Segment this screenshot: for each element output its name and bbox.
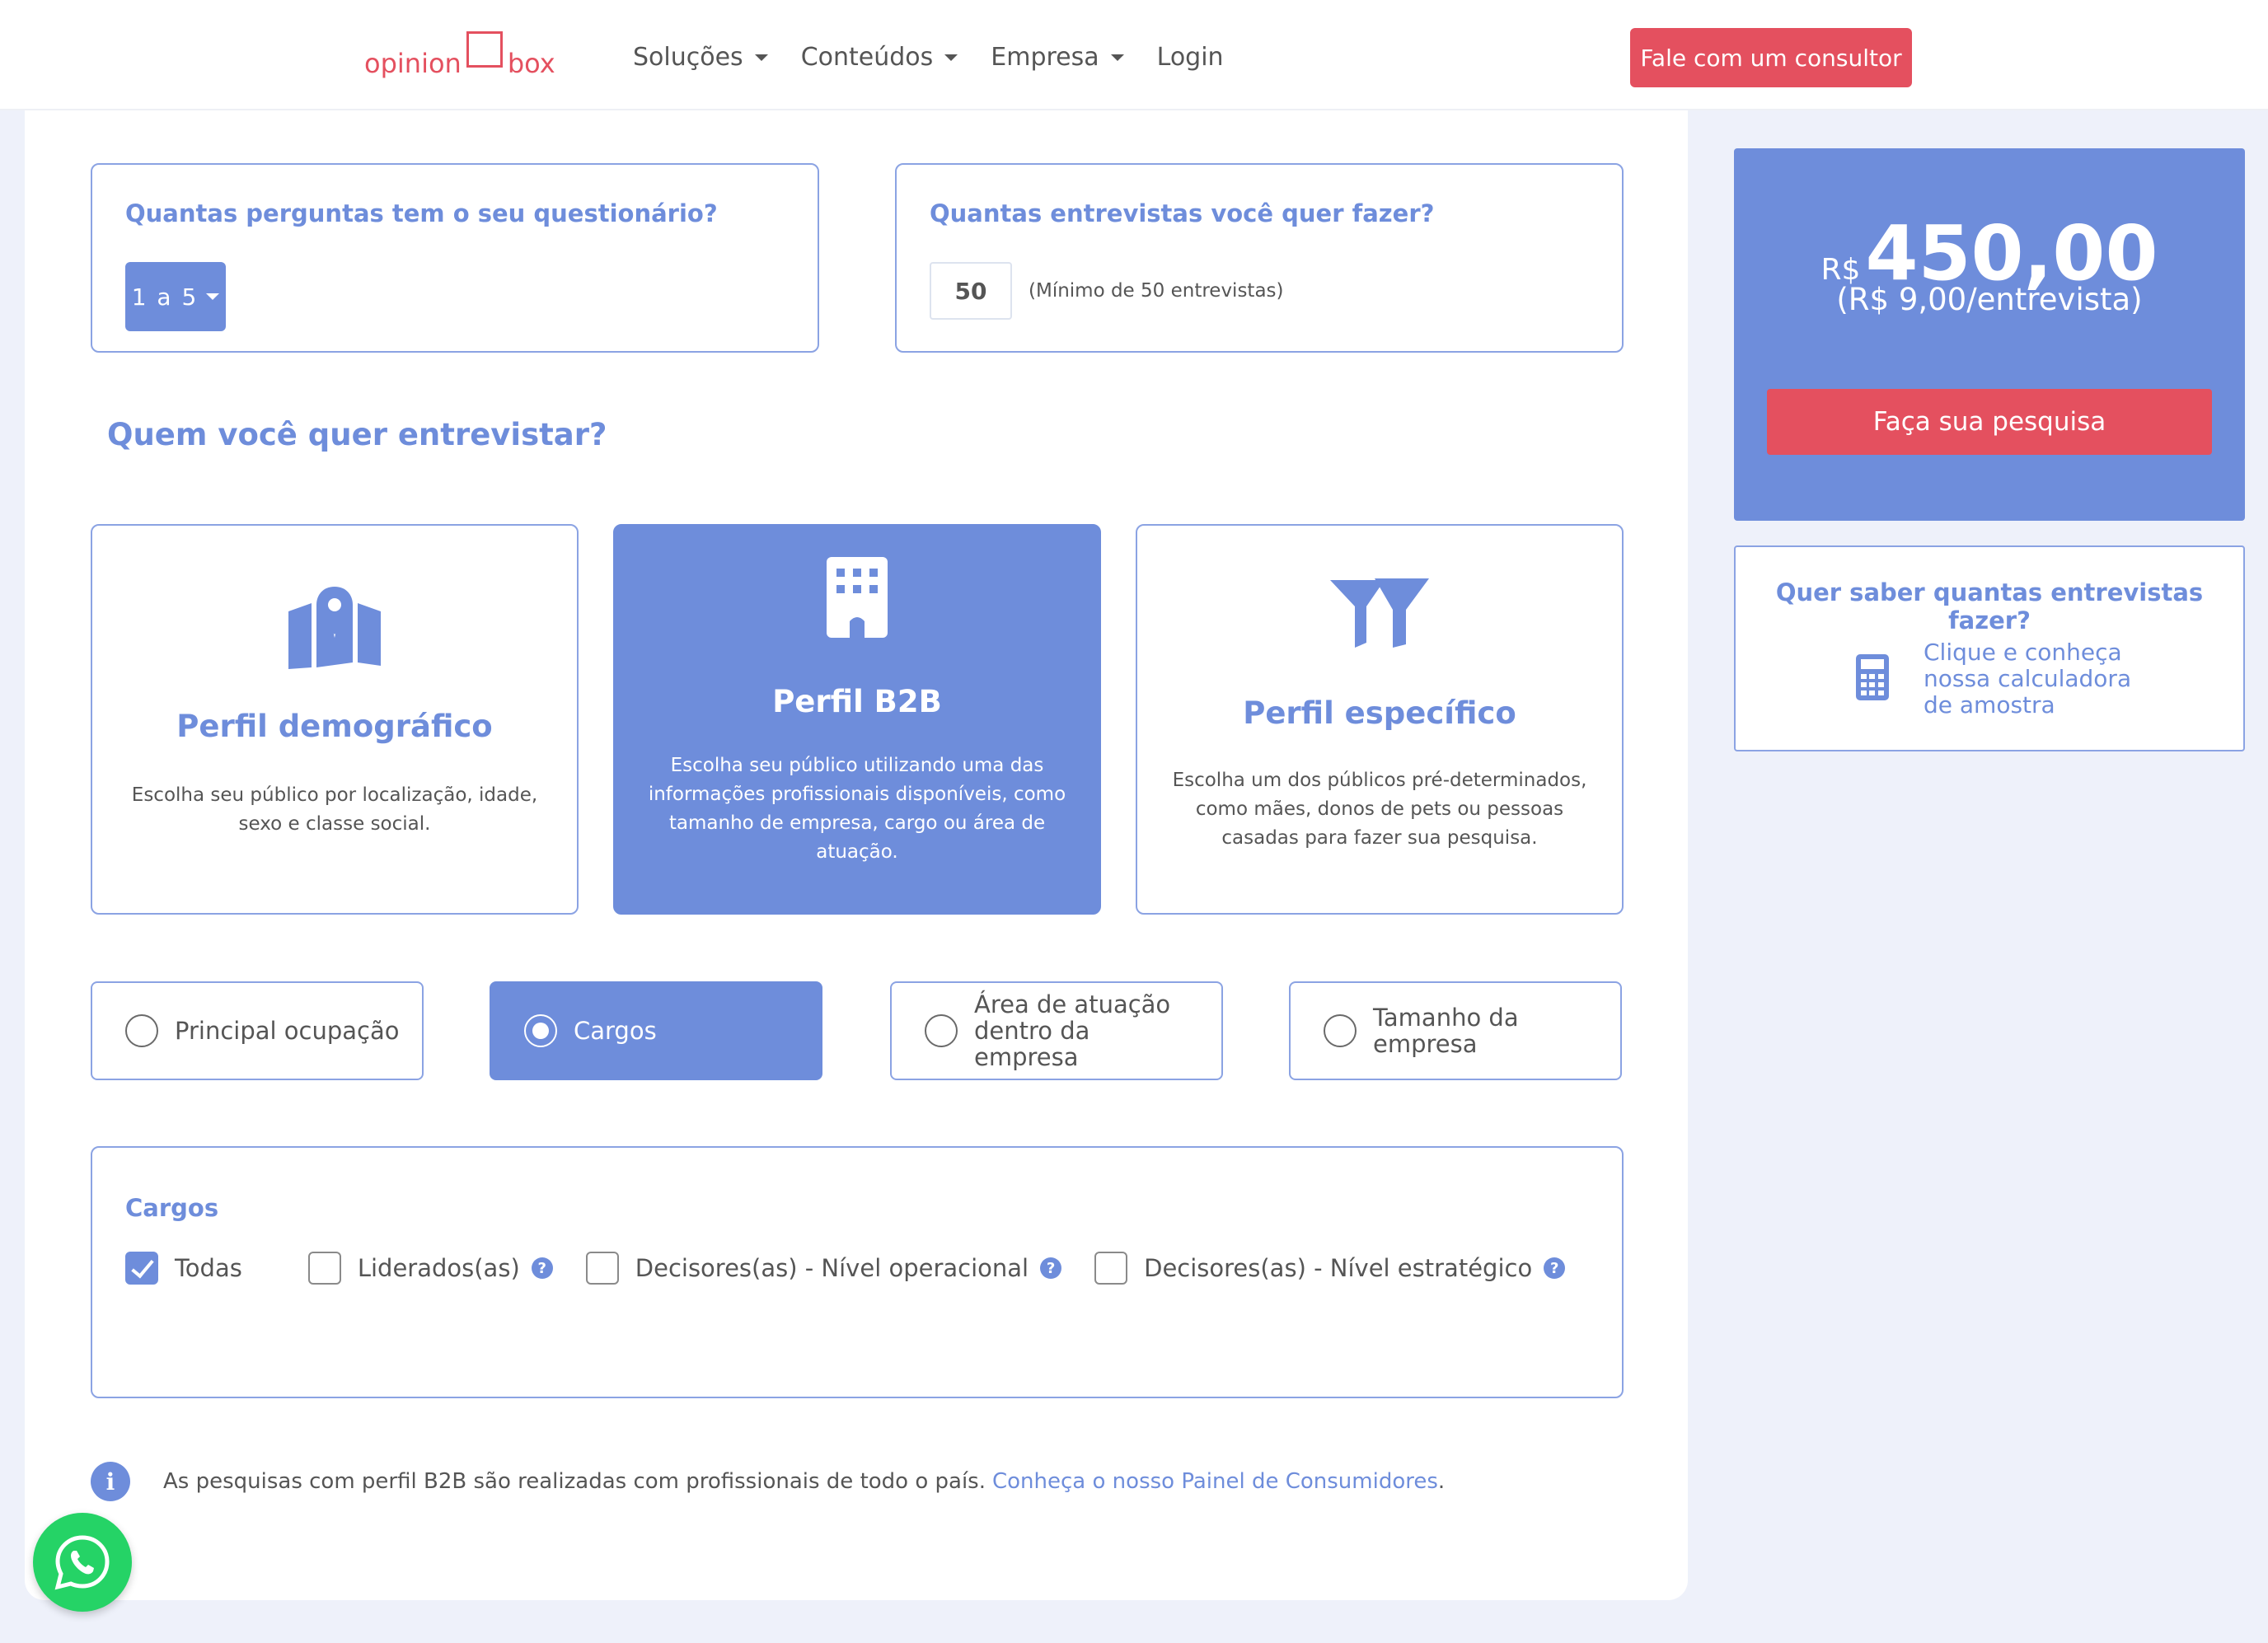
questions-count-title: Quantas perguntas tem o seu questionário… (125, 199, 718, 227)
filter-icon (1330, 578, 1429, 648)
radio-button[interactable] (925, 1014, 958, 1047)
chevron-down-icon (754, 54, 768, 61)
interviews-count-title: Quantas entrevistas você quer fazer? (930, 199, 1435, 227)
calculator-link[interactable]: Clique e conheça nossa calculadora de am… (1924, 639, 2171, 719)
option-principal-ocupacao[interactable]: Principal ocupação (91, 981, 424, 1080)
radio-button[interactable] (524, 1014, 557, 1047)
profile-title: Perfil demográfico (176, 709, 493, 744)
profile-description: Escolha seu público por localização, ida… (131, 784, 538, 835)
nav-label: Empresa (991, 43, 1099, 72)
calculator-title: Quer saber quantas entrevistas fazer? (1775, 578, 2204, 634)
nav-item-login[interactable]: Login (1157, 43, 1224, 72)
nav-label: Soluções (633, 43, 743, 72)
nav-label: Login (1156, 43, 1224, 72)
profile-card-especifico[interactable]: Perfil específico Escolha um dos público… (1136, 524, 1624, 915)
cargos-panel: Cargos Todas Liderados(as) ? Decisores(a… (91, 1146, 1624, 1398)
checkbox-liderados[interactable]: Liderados(as) ? (307, 1252, 553, 1285)
checkbox-label: Decisores(as) - Nível estratégico (1144, 1254, 1533, 1282)
checkbox[interactable] (1094, 1252, 1128, 1285)
main-panel: Quantas perguntas tem o seu questionário… (25, 110, 1688, 1600)
consumer-panel-link[interactable]: Conheça o nosso Painel de Consumidores (992, 1469, 1438, 1494)
cargos-title: Cargos (125, 1194, 219, 1222)
calculator-icon (1856, 654, 1889, 700)
calculator-link-line: Clique e conheça (1924, 639, 2122, 666)
checkbox-label: Liderados(as) (357, 1254, 520, 1282)
radio-button[interactable] (1324, 1014, 1357, 1047)
nav-item-empresa[interactable]: Empresa (991, 43, 1124, 72)
interviews-min-note: (Mínimo de 50 entrevistas) (1029, 280, 1284, 302)
option-label: Cargos (574, 1017, 657, 1045)
checkbox-decisores-estrategico[interactable]: Decisores(as) - Nível estratégico ? (1094, 1252, 1566, 1285)
interviews-count-card: Quantas entrevistas você quer fazer? 50 … (895, 163, 1624, 353)
building-icon (827, 557, 888, 638)
cargos-checkbox-group: Todas Liderados(as) ? Decisores(as) - Ní… (125, 1252, 1598, 1285)
checkbox-label: Todas (175, 1254, 242, 1282)
questions-count-card: Quantas perguntas tem o seu questionário… (91, 163, 819, 353)
whatsapp-icon (54, 1535, 110, 1590)
info-icon: i (91, 1462, 130, 1501)
main-nav: Soluções Conteúdos Empresa Login (633, 43, 1224, 72)
section-title: Quem você quer entrevistar? (107, 417, 607, 452)
checkbox-decisores-operacional[interactable]: Decisores(as) - Nível operacional ? (585, 1252, 1062, 1285)
checkbox[interactable] (307, 1252, 341, 1285)
option-tamanho-empresa[interactable]: Tamanho da empresa (1289, 981, 1622, 1080)
chevron-down-icon (206, 293, 220, 300)
profile-card-b2b[interactable]: Perfil B2B Escolha seu público utilizand… (613, 524, 1101, 915)
start-survey-button[interactable]: Faça sua pesquisa (1767, 389, 2212, 455)
whatsapp-button[interactable] (33, 1513, 132, 1612)
questions-count-value: 1 a 5 (131, 283, 199, 311)
price-card: R$450,00 (R$ 9,00/entrevista) Faça sua p… (1734, 148, 2245, 521)
option-label: Área de atuação dentro da empresa (974, 990, 1171, 1071)
calculator-link-line: nossa calculadora (1924, 665, 2132, 692)
checkbox-todas[interactable]: Todas (125, 1252, 242, 1285)
info-notice: i As pesquisas com perfil B2B são realiz… (91, 1462, 1445, 1501)
option-label: Tamanho da empresa (1373, 1004, 1519, 1058)
info-suffix: . (1437, 1469, 1446, 1494)
nav-item-solucoes[interactable]: Soluções (633, 43, 768, 72)
questions-count-select[interactable]: 1 a 5 (125, 262, 226, 331)
nav-item-conteudos[interactable]: Conteúdos (801, 43, 958, 72)
site-header: opinion box Soluções Conteúdos Empresa L… (0, 0, 2268, 110)
map-icon (288, 587, 381, 669)
checkbox[interactable] (125, 1252, 158, 1285)
logo-text-left: opinion (364, 48, 462, 79)
talk-to-consultant-button[interactable]: Fale com um consultor (1630, 28, 1912, 87)
interviews-count-input[interactable]: 50 (930, 262, 1012, 320)
info-text: As pesquisas com perfil B2B são realizad… (163, 1469, 986, 1494)
option-cargos[interactable]: Cargos (490, 981, 822, 1080)
calculator-link-line: de amostra (1924, 691, 2055, 719)
profile-title: Perfil B2B (772, 684, 942, 719)
checkbox-label: Decisores(as) - Nível operacional (635, 1254, 1029, 1282)
logo-text-right: box (507, 48, 555, 79)
option-label: Principal ocupação (175, 1017, 400, 1045)
checkbox[interactable] (585, 1252, 619, 1285)
help-icon[interactable]: ? (1040, 1257, 1062, 1279)
profile-card-demografico[interactable]: Perfil demográfico Escolha seu público p… (91, 524, 579, 915)
radio-button[interactable] (125, 1014, 158, 1047)
help-icon[interactable]: ? (1544, 1257, 1566, 1279)
sample-calculator-card[interactable]: Quer saber quantas entrevistas fazer? Cl… (1734, 545, 2245, 751)
profile-title: Perfil específico (1243, 695, 1516, 731)
profile-description: Escolha seu público utilizando uma das i… (648, 755, 1066, 863)
chevron-down-icon (1110, 54, 1124, 61)
opinionbox-logo[interactable]: opinion box (364, 31, 555, 79)
price-per-interview: (R$ 9,00/entrevista) (1836, 282, 2143, 317)
option-area-atuacao[interactable]: Área de atuação dentro da empresa (890, 981, 1223, 1080)
help-icon[interactable]: ? (531, 1257, 553, 1279)
profile-description: Escolha um dos públicos pré-determinados… (1172, 770, 1587, 849)
nav-label: Conteúdos (800, 43, 934, 72)
chevron-down-icon (944, 54, 958, 61)
logo-box-icon (466, 31, 503, 68)
